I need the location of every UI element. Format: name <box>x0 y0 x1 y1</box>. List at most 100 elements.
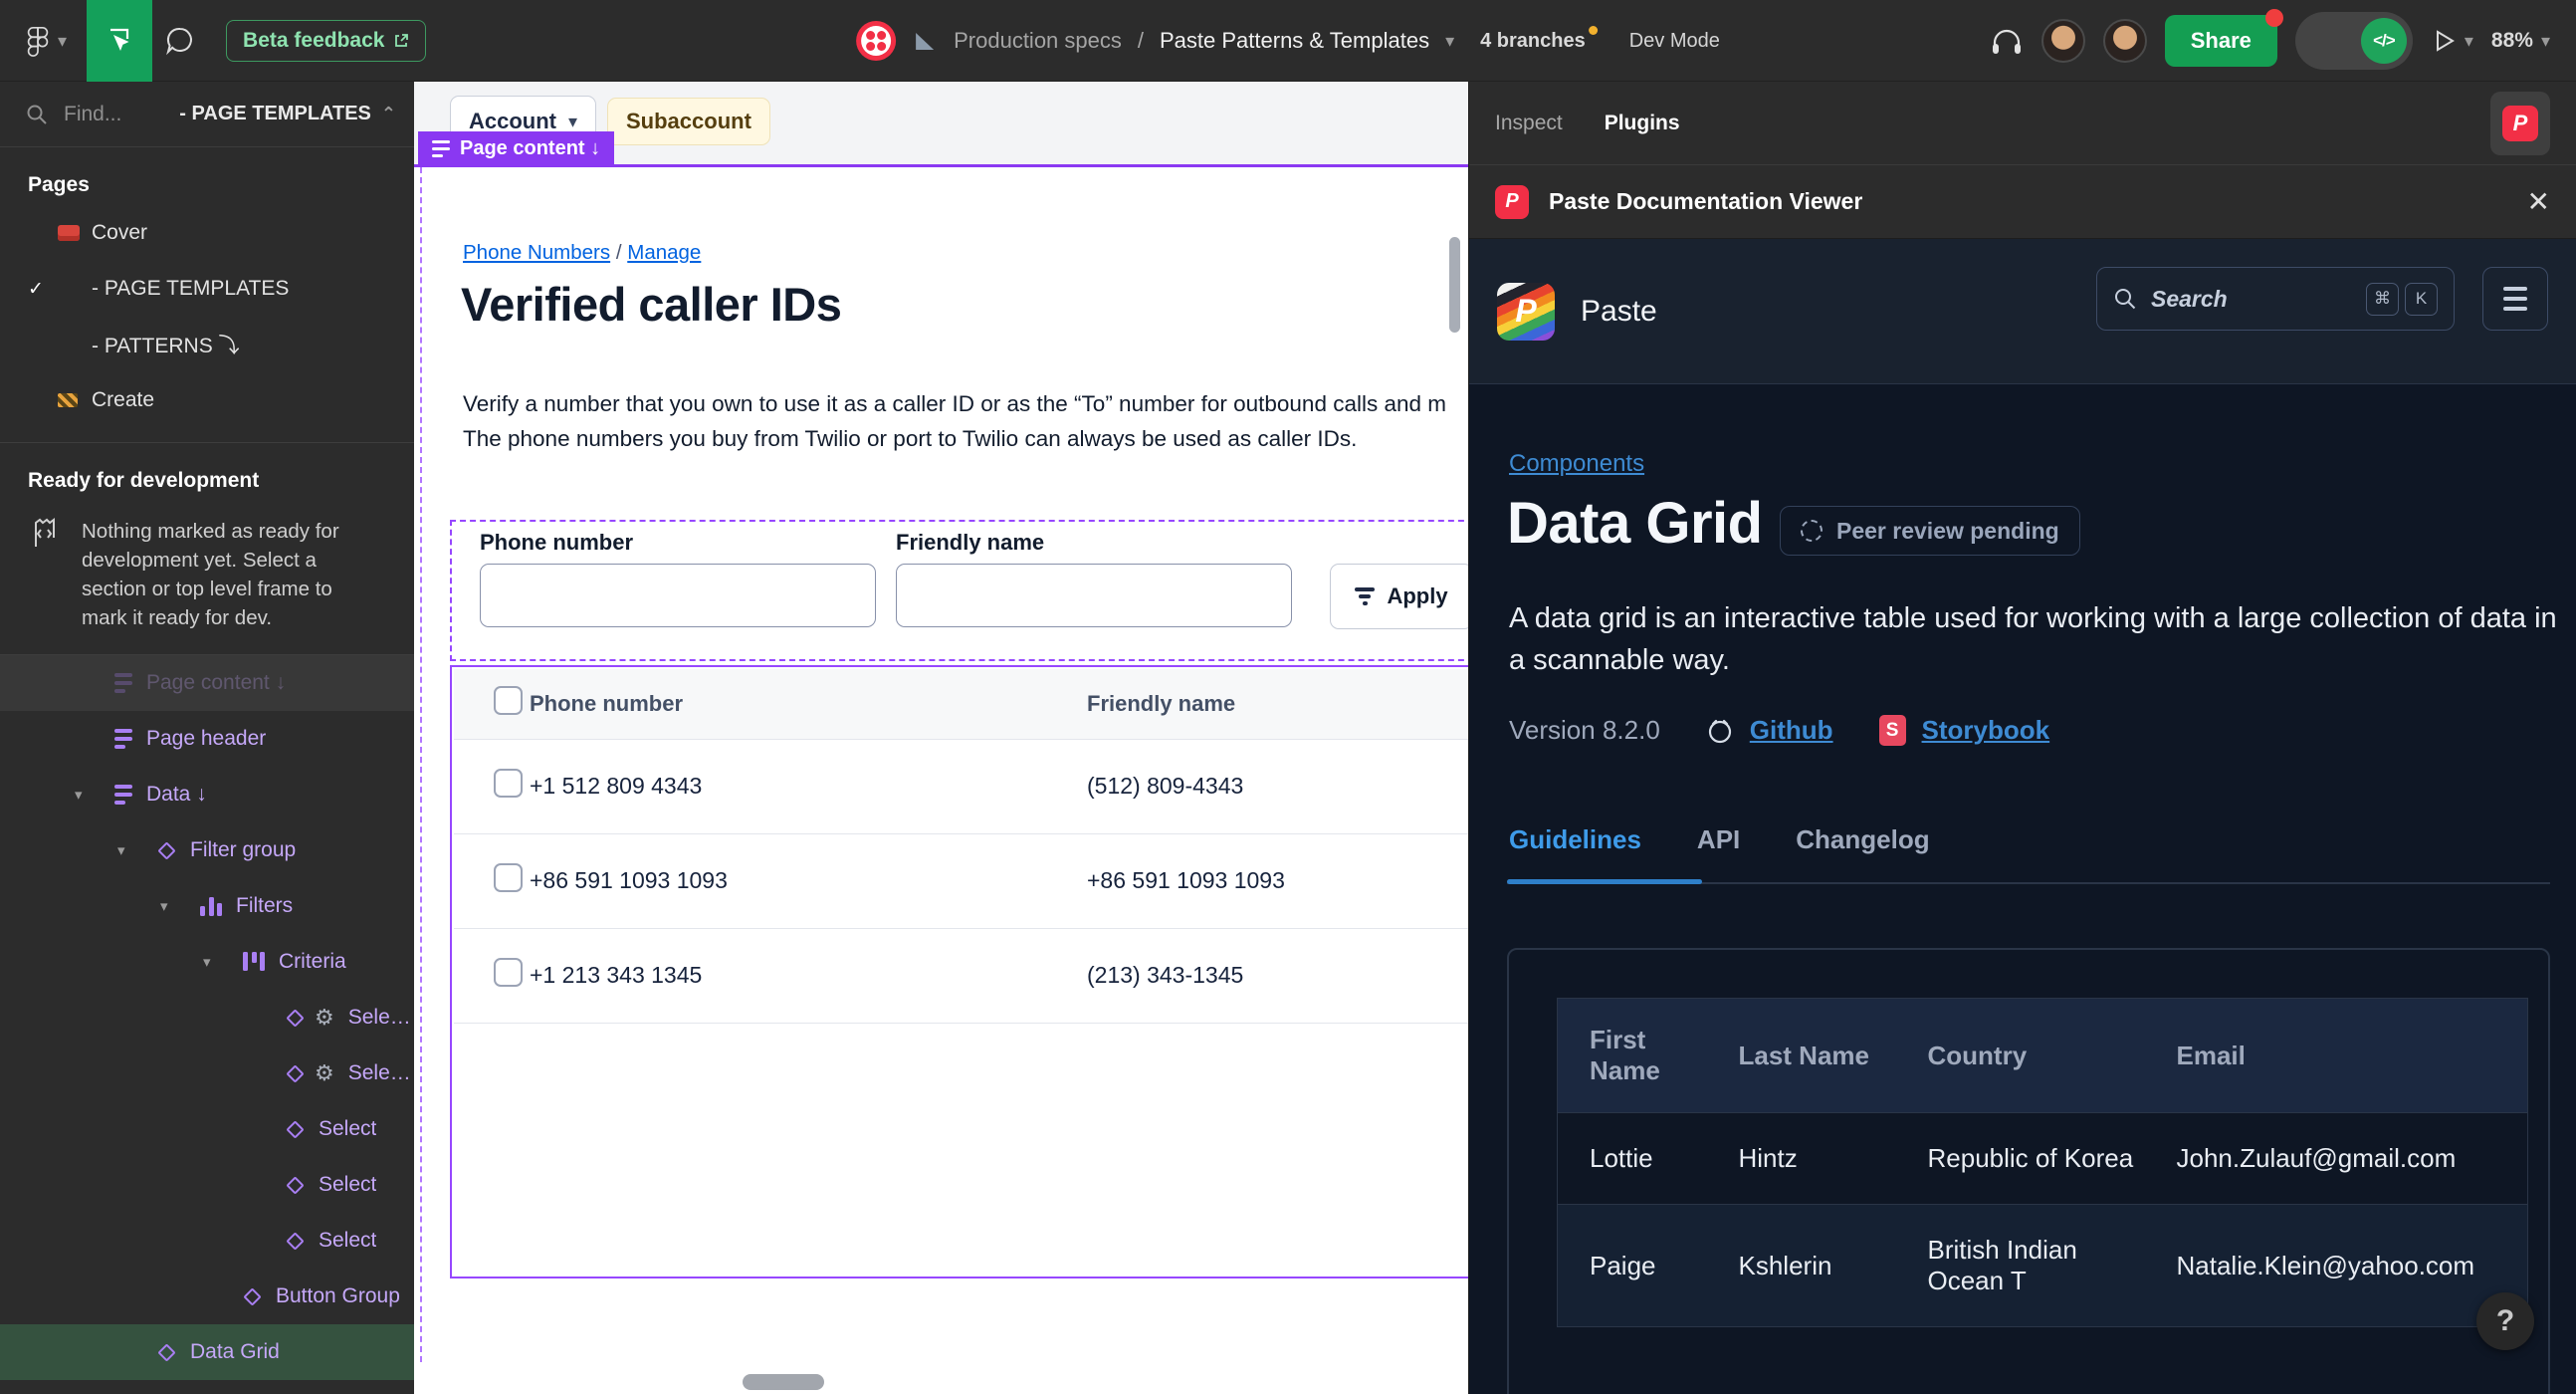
code-icon: </> <box>2360 18 2407 64</box>
close-icon[interactable]: ✕ <box>2527 185 2550 218</box>
present-button[interactable]: ▾ <box>2431 28 2473 54</box>
layer-label: Sele… <box>347 1006 411 1029</box>
headphones-icon[interactable] <box>1990 25 2024 57</box>
table-cell: +86 591 1093 1093 <box>1087 833 1468 929</box>
version-label: Version 8.2.0 <box>1509 715 1660 745</box>
storybook-link[interactable]: Storybook <box>1922 715 2050 746</box>
hamburger-menu-button[interactable] <box>2482 267 2548 331</box>
layer-row[interactable]: ▾ Data ↓ <box>0 767 414 822</box>
search-input[interactable]: Search ⌘ K <box>2096 267 2455 331</box>
grid-header-row: First Name Last Name Country Email <box>1557 998 2528 1113</box>
friendly-name-input[interactable] <box>896 564 1292 627</box>
paste-plugin-icon: P <box>1495 184 1529 219</box>
table-row[interactable]: +1 512 809 4343 (512) 809-4343 <box>454 739 1468 834</box>
github-link[interactable]: Github <box>1750 715 1833 746</box>
select-all-checkbox-cell <box>454 669 530 740</box>
breadcrumb-link-phone-numbers[interactable]: Phone Numbers <box>463 241 610 264</box>
canvas-horizontal-scrollbar[interactable] <box>743 1374 824 1390</box>
components-breadcrumb-link[interactable]: Components <box>1509 450 1644 478</box>
sidebar-page-item[interactable]: - PATTERNS ⤵ <box>0 317 414 372</box>
sidebar-page-item[interactable]: Cover <box>0 205 414 261</box>
active-tab-underline <box>1507 879 1702 884</box>
layer-row[interactable]: ⚙ Sele… <box>0 990 414 1046</box>
storybook-icon: S <box>1878 715 1906 746</box>
phone-number-input[interactable] <box>480 564 876 627</box>
branches-button[interactable]: 4 branches <box>1480 25 1598 53</box>
select-all-checkbox[interactable] <box>494 686 523 716</box>
breadcrumb-separator: / <box>1137 28 1144 53</box>
collaborator-avatar[interactable] <box>2040 19 2085 63</box>
column-header: Phone number <box>530 669 1087 740</box>
layer-expand-chevron-icon[interactable]: ▾ <box>160 897 200 915</box>
create-icon <box>58 393 92 407</box>
dev-mode-toggle[interactable]: </> <box>2294 12 2413 70</box>
paste-header: P Paste Search ⌘ K <box>1469 239 2576 384</box>
active-plugin-chip[interactable]: P <box>2490 91 2550 155</box>
example-data-grid-card: First Name Last Name Country Email Lottie Hi… <box>1507 948 2550 1394</box>
tab-changelog[interactable]: Changelog <box>1796 824 1929 855</box>
grid-cell: British Indian Ocean T <box>1895 1204 2145 1327</box>
layer-row[interactable]: ▾ Filters <box>0 878 414 934</box>
share-button[interactable]: Share <box>2164 9 2284 67</box>
paste-logo: P <box>1497 282 1555 341</box>
tab-guidelines[interactable]: Guidelines <box>1509 824 1641 855</box>
file-menu-chevron-icon[interactable]: ▾ <box>1445 31 1454 52</box>
sidebar-page-item[interactable]: Create <box>0 372 414 428</box>
table-row[interactable]: +1 213 343 1345 (213) 343-1345 <box>454 928 1468 1024</box>
apply-button-label: Apply <box>1387 583 1448 608</box>
present-chevron-icon[interactable]: ▾ <box>2465 31 2473 52</box>
breadcrumb-link-manage[interactable]: Manage <box>627 241 701 264</box>
grid-row[interactable]: Lottie Hintz Republic of Korea John.Zulauf@… <box>1557 1112 2528 1205</box>
comment-tool-button[interactable] <box>152 0 208 82</box>
move-tool-button[interactable] <box>87 0 153 82</box>
status-badge: Peer review pending <box>1780 506 2080 556</box>
layer-row[interactable]: Select <box>0 1213 414 1269</box>
figma-main-menu[interactable]: ▾ <box>0 0 87 82</box>
page-selector-label: - PAGE TEMPLATES <box>179 103 371 124</box>
help-button[interactable]: ? <box>2476 1292 2534 1350</box>
layer-row[interactable]: Page content ↓ <box>0 655 414 711</box>
collaborator-avatar[interactable] <box>2102 19 2147 63</box>
layer-label: Select <box>319 1117 377 1140</box>
breadcrumb-file-name[interactable]: Paste Patterns & Templates <box>1160 28 1429 54</box>
phone-numbers-table: Phone number Friendly name +1 512 809 434… <box>454 669 1468 1024</box>
sidebar-page-item[interactable]: ✓ - PAGE TEMPLATES <box>0 261 414 317</box>
page-label: - PAGE TEMPLATES <box>92 277 290 300</box>
breadcrumb-project[interactable]: Production specs <box>954 28 1122 54</box>
layer-row[interactable]: ▾ Criteria <box>0 934 414 990</box>
find-bar[interactable]: Find... - PAGE TEMPLATES ⌃ <box>0 82 414 147</box>
chevron-down-icon: ▾ <box>58 30 68 51</box>
status-badge-label: Peer review pending <box>1836 517 2059 544</box>
grid-row[interactable]: Paige Kshlerin British Indian Ocean T Natal… <box>1557 1204 2528 1327</box>
subaccount-tab[interactable]: Subaccount <box>607 98 770 145</box>
beta-feedback-badge[interactable]: Beta feedback <box>226 20 427 62</box>
layer-label: Select <box>319 1229 377 1252</box>
row-checkbox[interactable] <box>494 769 523 798</box>
page-selector[interactable]: - PAGE TEMPLATES ⌃ <box>179 103 396 125</box>
pages-section-label: Pages <box>28 173 90 196</box>
apply-button[interactable]: Apply <box>1330 564 1468 629</box>
ready-for-dev-message: Nothing marked as ready for development … <box>82 520 339 629</box>
row-checkbox[interactable] <box>494 958 523 987</box>
sidebar-page-item[interactable] <box>0 428 414 442</box>
layer-row[interactable]: Select <box>0 1101 414 1157</box>
layer-expand-chevron-icon[interactable]: ▾ <box>117 841 157 859</box>
layer-expand-chevron-icon[interactable]: ▾ <box>75 786 114 804</box>
canvas-vertical-scrollbar[interactable] <box>1449 237 1460 333</box>
row-checkbox[interactable] <box>494 863 523 892</box>
layer-row[interactable]: Page header <box>0 711 414 767</box>
tab-api[interactable]: API <box>1697 824 1740 855</box>
layer-row[interactable]: ▾ Filter group <box>0 822 414 878</box>
layer-row[interactable]: Select <box>0 1157 414 1213</box>
layer-row[interactable]: ⚙ Sele… <box>0 1046 414 1101</box>
zoom-control[interactable]: 88% ▾ <box>2491 29 2550 53</box>
tab-plugins[interactable]: Plugins <box>1605 112 1680 135</box>
tab-inspect[interactable]: Inspect <box>1495 112 1563 135</box>
layer-row[interactable]: Button Group <box>0 1269 414 1324</box>
layer-expand-chevron-icon[interactable]: ▾ <box>203 953 243 971</box>
table-row[interactable]: +86 591 1093 1093 +86 591 1093 1093 <box>454 833 1468 929</box>
layer-row[interactable]: Data Grid <box>0 1324 414 1380</box>
selection-layer-label[interactable]: Page content ↓ <box>418 131 615 165</box>
column-header: Friendly name <box>1087 669 1468 740</box>
paste-brand: Paste <box>1581 294 1657 328</box>
